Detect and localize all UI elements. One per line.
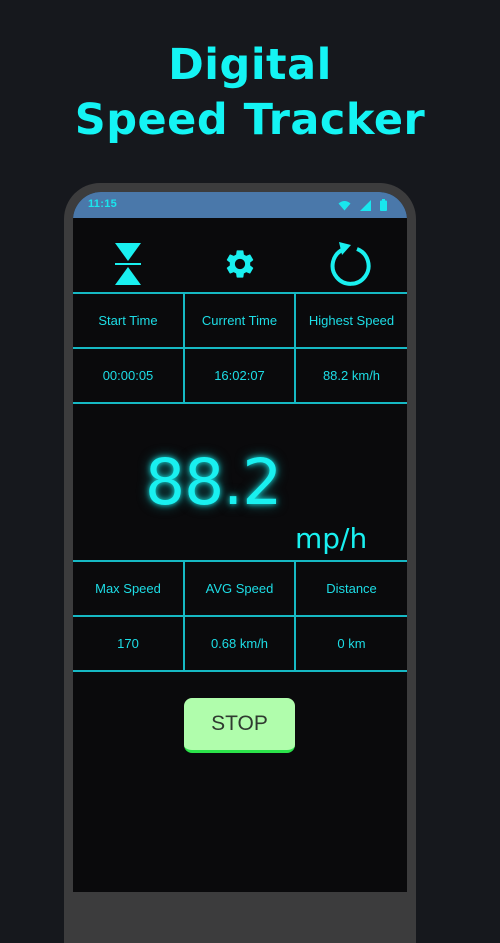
calibrate-button[interactable]: [104, 242, 152, 290]
toolbar: [73, 218, 407, 292]
distance-value: 0 km: [337, 636, 366, 651]
highest-speed-label: Highest Speed: [308, 313, 395, 328]
max-speed-value: 170: [73, 617, 185, 670]
refresh-icon: [329, 241, 373, 292]
current-time-label: Current Time: [185, 294, 296, 347]
headline-line-1: Digital: [168, 40, 332, 90]
avg-speed-label: AVG Speed: [185, 562, 296, 615]
trip-info-table: Start Time Current Time Highest Speed 00…: [73, 292, 407, 404]
battery-icon: [380, 198, 387, 216]
avg-speed-value: 0.68 km/h: [185, 617, 296, 670]
start-time-label: Start Time: [73, 294, 185, 347]
table-value-row: 00:00:05 16:02:07 88.2 km/h: [73, 349, 407, 404]
table-header-row: Max Speed AVG Speed Distance: [73, 562, 407, 617]
current-speed-value: 88.2: [145, 446, 282, 519]
highest-speed-value: 88.2 km/h: [322, 368, 381, 383]
table-header-row: Start Time Current Time Highest Speed: [73, 294, 407, 349]
stats-table: Max Speed AVG Speed Distance 170 0.68 km…: [73, 560, 407, 672]
vertical-align-center-icon: [113, 242, 143, 290]
table-value-row: 170 0.68 km/h 0 km: [73, 617, 407, 672]
status-bar: 11:15: [73, 192, 407, 218]
status-time: 11:15: [88, 198, 118, 210]
promo-headline: Digital Speed Tracker: [0, 38, 500, 148]
max-speed-label: Max Speed: [73, 562, 185, 615]
wifi-icon: [338, 198, 351, 216]
settings-button[interactable]: [216, 242, 264, 290]
gear-icon: [223, 247, 257, 286]
speed-unit[interactable]: mp/h: [295, 522, 367, 555]
distance-label: Distance: [326, 581, 377, 596]
current-time-value: 16:02:07: [185, 349, 296, 402]
start-time-value: 00:00:05: [73, 349, 185, 402]
app-screen: 11:15 Start Time Current Time Highest Sp…: [73, 192, 407, 892]
signal-icon: [360, 198, 371, 216]
stop-button[interactable]: STOP: [184, 698, 295, 753]
reset-button[interactable]: [327, 241, 375, 292]
headline-line-2: Speed Tracker: [74, 95, 426, 145]
